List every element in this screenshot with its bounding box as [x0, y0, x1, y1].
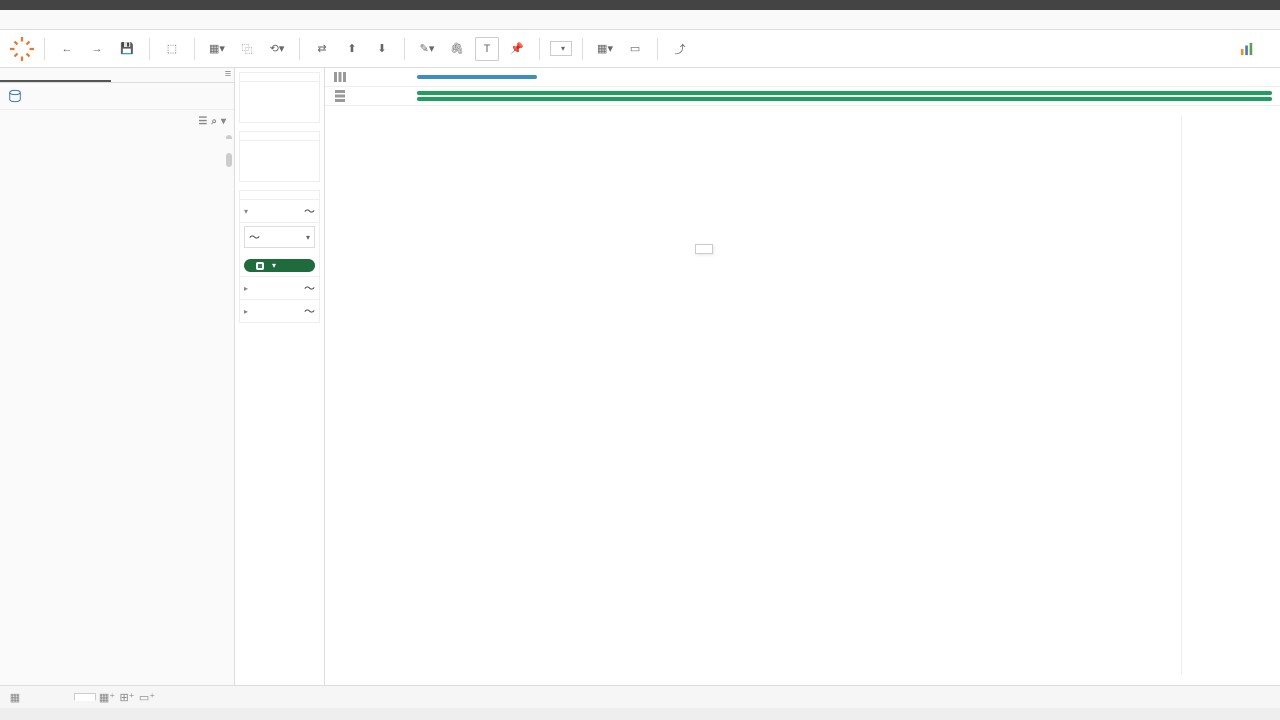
- sheet-tabs: ▦ ▦⁺ ⊞⁺ ▭⁺: [0, 685, 1280, 708]
- tooltip: [695, 244, 713, 254]
- datasource-row[interactable]: [0, 83, 234, 110]
- shelves-panel: ▾〜 〜 ▸〜 ▸〜: [235, 68, 325, 685]
- duplicate-icon[interactable]: ⿻: [235, 37, 259, 61]
- pin-icon[interactable]: 📌: [505, 37, 529, 61]
- columns-pill-product[interactable]: [417, 75, 537, 79]
- marks-sum2[interactable]: ▸〜: [240, 299, 319, 322]
- share-icon[interactable]: ⤴: [668, 37, 692, 61]
- new-worksheet-icon[interactable]: ▦⁺: [98, 688, 116, 706]
- tab-data[interactable]: [0, 68, 111, 82]
- measure-names-pill[interactable]: [244, 259, 315, 272]
- rows-pill-profit[interactable]: [417, 97, 1272, 101]
- toolbar: ← → 💾 ⬚ ▦▾ ⿻ ⟲▾ ⇄ ⬆ ⬇ ✎▾ 🖇 T 📌 ▦▾ ▭ ⤴: [0, 30, 1280, 68]
- back-icon[interactable]: ←: [55, 37, 79, 61]
- menu-icon[interactable]: ▾: [221, 116, 226, 127]
- sort-desc-icon[interactable]: ⬇: [370, 37, 394, 61]
- datasource-icon: [8, 89, 22, 103]
- marks-sum1[interactable]: ▸〜: [240, 276, 319, 299]
- cards-icon[interactable]: ▦▾: [593, 37, 617, 61]
- fit-dropdown[interactable]: [550, 41, 572, 56]
- statusbar: [0, 708, 1280, 720]
- tab-analytics[interactable]: [111, 68, 222, 82]
- search-icon[interactable]: ⌕: [211, 116, 217, 127]
- tab-datasource[interactable]: [26, 693, 48, 701]
- datasource-tab-icon[interactable]: ▦: [6, 688, 24, 706]
- rows-icon: [333, 89, 347, 103]
- filters-shelf[interactable]: [240, 132, 319, 141]
- chart[interactable]: [339, 120, 1181, 500]
- canvas: [325, 68, 1280, 685]
- rows-pill-sales[interactable]: [417, 91, 1272, 95]
- menubar[interactable]: [0, 10, 1280, 30]
- show-me-button[interactable]: [1230, 40, 1270, 58]
- tab-sheet1[interactable]: [50, 693, 72, 701]
- present-icon[interactable]: ▭: [623, 37, 647, 61]
- new-data-icon[interactable]: ⬚: [160, 37, 184, 61]
- new-story-icon[interactable]: ▭⁺: [138, 688, 156, 706]
- save-icon[interactable]: 💾: [115, 37, 139, 61]
- mark-type-dropdown[interactable]: 〜: [244, 226, 315, 248]
- data-panel: ≡ ☰ ⌕ ▾: [0, 68, 235, 685]
- group-icon[interactable]: 🖇: [445, 37, 469, 61]
- swap-icon[interactable]: ⇄: [310, 37, 334, 61]
- showme-icon: [1240, 42, 1254, 56]
- legend: [1181, 116, 1266, 675]
- view-icon[interactable]: ☰: [198, 116, 207, 127]
- tableau-icon: [10, 37, 34, 61]
- columns-icon: [333, 70, 347, 84]
- highlight-icon[interactable]: ✎▾: [415, 37, 439, 61]
- new-dashboard-icon[interactable]: ⊞⁺: [118, 688, 136, 706]
- marks-shelf: [240, 191, 319, 200]
- forward-icon[interactable]: →: [85, 37, 109, 61]
- sort-asc-icon[interactable]: ⬆: [340, 37, 364, 61]
- tab-sheet2[interactable]: [74, 693, 96, 701]
- labels-icon[interactable]: T: [475, 37, 499, 61]
- marks-all[interactable]: ▾〜: [240, 200, 319, 223]
- new-sheet-icon[interactable]: ▦▾: [205, 37, 229, 61]
- clear-icon[interactable]: ⟲▾: [265, 37, 289, 61]
- tab-menu-icon[interactable]: ≡: [222, 68, 234, 82]
- pages-shelf[interactable]: [240, 73, 319, 82]
